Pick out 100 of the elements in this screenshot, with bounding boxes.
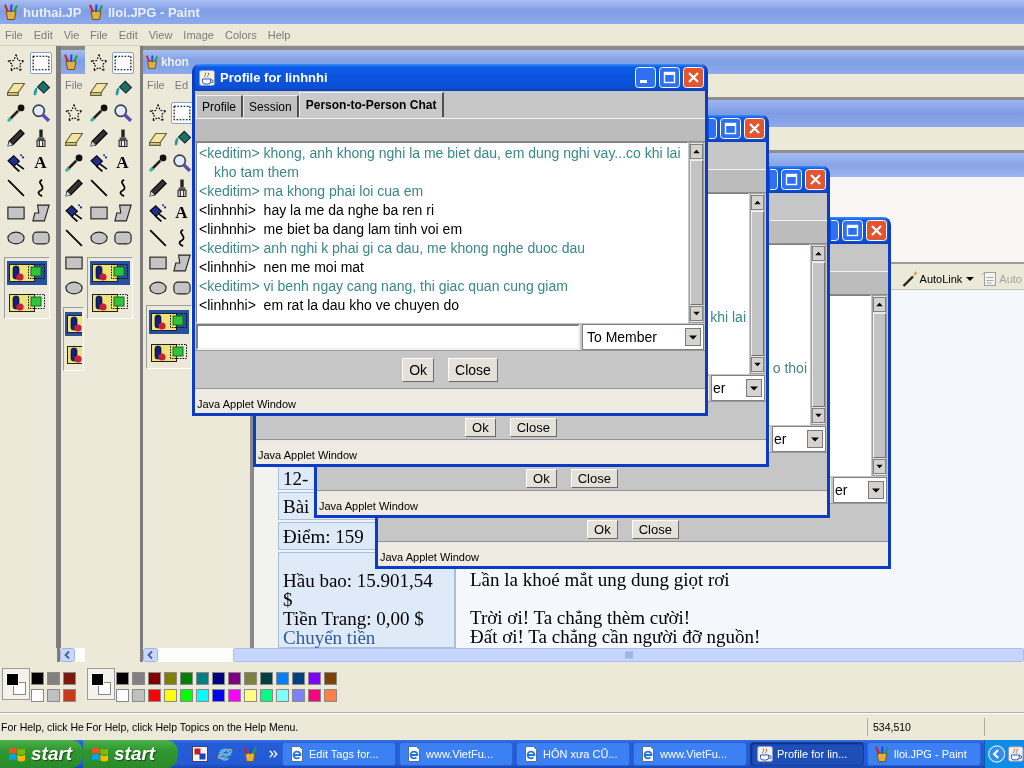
polygon-icon[interactable] bbox=[172, 253, 191, 272]
swatch-icon[interactable] bbox=[292, 672, 305, 685]
picture-icon[interactable] bbox=[192, 746, 208, 762]
diagonal-line-icon[interactable] bbox=[89, 178, 108, 197]
pencil-icon[interactable] bbox=[64, 178, 83, 197]
swatch-icon[interactable] bbox=[180, 672, 193, 685]
scrollbar[interactable] bbox=[60, 648, 85, 662]
ok-button[interactable]: Ok bbox=[587, 520, 618, 539]
taskbar-button[interactable]: www.VietFu... bbox=[633, 742, 747, 766]
shapes-icon[interactable] bbox=[7, 291, 47, 315]
recipient-dropdown[interactable]: To Member bbox=[582, 324, 704, 350]
text-tool[interactable]: A bbox=[33, 153, 48, 172]
paint-bucket-icon[interactable] bbox=[31, 78, 50, 97]
polygon-icon[interactable] bbox=[113, 203, 132, 222]
pencil-icon[interactable] bbox=[6, 128, 25, 147]
menu-item[interactable]: Edit bbox=[33, 28, 53, 41]
swatch-icon[interactable] bbox=[308, 672, 321, 685]
spray-can-icon[interactable] bbox=[89, 153, 108, 172]
swatch-icon[interactable] bbox=[31, 689, 44, 702]
menu-item[interactable]: View bbox=[148, 28, 173, 41]
swatch-icon[interactable] bbox=[244, 672, 257, 685]
scrollbar[interactable] bbox=[750, 193, 765, 374]
maximize-icon[interactable] bbox=[781, 169, 802, 190]
polygon-icon[interactable] bbox=[31, 203, 50, 222]
ok-button[interactable]: Ok bbox=[526, 469, 557, 488]
shapes-icon[interactable] bbox=[65, 311, 82, 336]
swatch-icon[interactable] bbox=[324, 672, 337, 685]
swatch-icon[interactable] bbox=[228, 689, 241, 702]
start-button[interactable]: start bbox=[0, 740, 83, 768]
eyedropper-icon[interactable] bbox=[89, 103, 108, 122]
magnifier-icon[interactable] bbox=[31, 103, 50, 122]
close-icon[interactable] bbox=[805, 169, 826, 190]
dashed-star-icon[interactable] bbox=[89, 53, 108, 72]
paint-bucket-icon[interactable] bbox=[172, 128, 191, 147]
magnifier-icon[interactable] bbox=[172, 153, 191, 172]
maximize-icon[interactable] bbox=[659, 67, 680, 88]
text-tool[interactable]: A bbox=[174, 203, 189, 222]
menu-item[interactable]: File bbox=[5, 28, 23, 41]
close-button[interactable]: Close bbox=[509, 418, 557, 437]
minimize-icon[interactable] bbox=[709, 118, 717, 139]
swatch-icon[interactable] bbox=[164, 672, 177, 685]
minimize-icon[interactable] bbox=[831, 220, 839, 241]
swatch-icon[interactable] bbox=[276, 672, 289, 685]
text-tool[interactable]: A bbox=[115, 153, 130, 172]
menu-item[interactable]: Help bbox=[267, 28, 291, 41]
swatch-icon[interactable] bbox=[260, 672, 273, 685]
swatch-icon[interactable] bbox=[324, 689, 337, 702]
taskbar-button[interactable]: lloi.JPG - Paint bbox=[867, 742, 981, 766]
message-input[interactable] bbox=[196, 324, 580, 350]
menu-item[interactable]: Vie bbox=[63, 28, 80, 41]
swatch-icon[interactable] bbox=[31, 672, 44, 685]
brush-cup-icon[interactable] bbox=[242, 746, 258, 762]
diagonal-line-icon[interactable] bbox=[148, 228, 167, 247]
swatch-icon[interactable] bbox=[180, 689, 193, 702]
dashed-rectangle-icon[interactable] bbox=[29, 51, 52, 74]
ok-button[interactable]: Ok bbox=[465, 418, 496, 437]
swatch-icon[interactable] bbox=[276, 689, 289, 702]
dashed-rectangle-icon[interactable] bbox=[111, 51, 134, 74]
minimize-icon[interactable] bbox=[770, 169, 778, 190]
swatch-icon[interactable] bbox=[132, 672, 145, 685]
menu-item[interactable]: Ed bbox=[174, 78, 189, 91]
swatch-icon[interactable] bbox=[196, 672, 209, 685]
pencil-icon[interactable] bbox=[89, 128, 108, 147]
minimize-icon[interactable] bbox=[635, 67, 656, 88]
spray-can-icon[interactable] bbox=[64, 203, 83, 222]
maximize-icon[interactable] bbox=[720, 118, 741, 139]
swatch-icon[interactable] bbox=[47, 672, 60, 685]
spray-can-icon[interactable] bbox=[6, 153, 25, 172]
swatch-icon[interactable] bbox=[212, 672, 225, 685]
ok-button[interactable]: Ok bbox=[402, 357, 435, 382]
swatch-icon[interactable] bbox=[212, 689, 225, 702]
close-button[interactable]: Close bbox=[570, 469, 618, 488]
overlapping-squares-icon[interactable] bbox=[87, 668, 115, 700]
tab[interactable]: Profile bbox=[196, 95, 243, 117]
swatch-icon[interactable] bbox=[116, 689, 129, 702]
toolbar-button[interactable]: AutoLink bbox=[899, 268, 977, 289]
swatch-icon[interactable] bbox=[228, 672, 241, 685]
recipient-dropdown[interactable]: er bbox=[711, 375, 765, 401]
menu-item[interactable]: Image bbox=[183, 28, 214, 41]
close-icon[interactable] bbox=[744, 118, 765, 139]
dashed-star-icon[interactable] bbox=[6, 53, 25, 72]
e-ring-icon[interactable] bbox=[217, 746, 233, 762]
swatch-icon[interactable] bbox=[308, 689, 321, 702]
diagonal-line-icon[interactable] bbox=[6, 178, 25, 197]
start-button[interactable]: start bbox=[83, 740, 178, 768]
recipient-dropdown[interactable]: er bbox=[772, 426, 826, 452]
scrollbar[interactable] bbox=[689, 142, 704, 323]
eyedropper-icon[interactable] bbox=[148, 153, 167, 172]
swatch-icon[interactable] bbox=[244, 689, 257, 702]
scrollbar[interactable] bbox=[872, 295, 887, 476]
tab[interactable]: Session bbox=[243, 95, 299, 117]
eyedropper-icon[interactable] bbox=[6, 103, 25, 122]
overlapping-squares-icon[interactable] bbox=[2, 668, 30, 700]
swatch-icon[interactable] bbox=[148, 689, 161, 702]
shapes-icon[interactable] bbox=[149, 309, 189, 334]
shapes-icon[interactable] bbox=[7, 261, 47, 285]
swatch-icon[interactable] bbox=[63, 689, 76, 702]
close-button[interactable]: Close bbox=[448, 357, 498, 382]
dashed-star-icon[interactable] bbox=[64, 103, 83, 122]
taskbar-button[interactable]: Profile for lin... bbox=[750, 742, 864, 766]
